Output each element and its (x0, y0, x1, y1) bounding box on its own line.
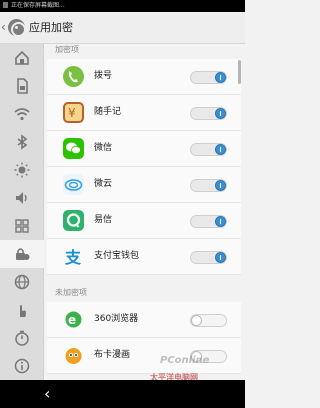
app-name: 微信 (94, 143, 113, 153)
timer-icon (15, 330, 29, 346)
list-scrollbar[interactable] (238, 60, 241, 84)
app-name: 支付宝钱包 (94, 251, 140, 261)
hand-gesture-icon (20, 305, 26, 317)
bluetooth-icon (17, 134, 28, 150)
app-row-phone[interactable]: 拨号 (47, 59, 241, 95)
app-lock-list: 加密项 拨号 ¥ 随手记 微信 微云 易信 支 支付宝钱包 未加密项 e 360… (45, 44, 245, 380)
sidebar-item-bluetooth[interactable] (0, 128, 44, 156)
app-name: 随手记 (94, 107, 122, 117)
settings-sidebar (0, 44, 44, 380)
svg-text:支: 支 (64, 248, 82, 267)
sidebar-item-app-lock[interactable] (0, 240, 44, 268)
app-row-360-browser[interactable]: e 360浏览器 (47, 302, 241, 338)
globe-icon (14, 274, 30, 290)
sidebar-item-about[interactable] (0, 352, 44, 380)
app-name: 微云 (94, 179, 113, 189)
info-icon (14, 358, 30, 374)
status-text: 正在保存屏幕截图... (11, 2, 65, 9)
apps-grid-icon (15, 219, 29, 233)
page-title: 应用加密 (29, 21, 73, 34)
lock-toggle[interactable] (190, 143, 227, 156)
app-name: 360浏览器 (94, 314, 139, 324)
app-row-wechat[interactable]: 微信 (47, 131, 241, 167)
lock-icon (16, 248, 30, 260)
svg-text:¥: ¥ (68, 106, 76, 120)
screenshot-icon (3, 1, 8, 8)
alipay-app-icon: 支 (63, 246, 84, 267)
lock-toggle[interactable] (190, 251, 227, 264)
encrypted-section-header: 加密项 (55, 45, 79, 54)
360-browser-app-icon: e (63, 309, 84, 330)
unencrypted-section-header: 未加密项 (55, 288, 87, 297)
settings-gear-icon[interactable] (8, 19, 26, 37)
nav-back-icon[interactable]: ‹ (44, 385, 60, 403)
lock-toggle[interactable] (190, 71, 227, 84)
system-nav-bar: ‹ (0, 380, 245, 408)
lock-toggle[interactable] (190, 179, 227, 192)
sidebar-item-brightness[interactable] (0, 156, 44, 184)
yixin-app-icon (63, 210, 84, 231)
status-bar: 正在保存屏幕截图... (0, 0, 245, 12)
sidebar-item-timer[interactable] (0, 324, 44, 352)
wechat-app-icon (63, 138, 84, 159)
sidebar-item-wifi[interactable] (0, 100, 44, 128)
app-row-buka-comic[interactable]: 布卡漫画 (47, 338, 241, 374)
sidebar-item-network[interactable] (0, 268, 44, 296)
suishouji-app-icon: ¥ (63, 102, 84, 123)
app-name: 拨号 (94, 71, 113, 81)
app-row-alipay[interactable]: 支 支付宝钱包 (47, 239, 241, 275)
wifi-icon (14, 108, 30, 121)
app-row-suishouji[interactable]: ¥ 随手记 (47, 95, 241, 131)
app-row-weiyun[interactable]: 微云 (47, 167, 241, 203)
svg-text:e: e (68, 313, 76, 327)
lock-toggle[interactable] (190, 314, 227, 327)
app-row-yixin[interactable]: 易信 (47, 203, 241, 239)
watermark-logo: PConline (160, 355, 210, 366)
home-icon (15, 50, 29, 65)
volume-icon (16, 192, 27, 204)
sidebar-item-apps[interactable] (0, 212, 44, 240)
brightness-icon (14, 162, 30, 178)
app-name: 易信 (94, 215, 113, 225)
app-name: 布卡漫画 (94, 350, 131, 360)
sidebar-item-gesture[interactable] (0, 296, 44, 324)
buka-comic-app-icon (63, 345, 84, 366)
app-header: ‹ 应用加密 (0, 12, 245, 44)
lock-toggle[interactable] (190, 215, 227, 228)
sidebar-item-sim[interactable] (0, 72, 44, 100)
sim-card-icon (17, 78, 28, 94)
phone-app-icon (63, 66, 84, 87)
lock-toggle[interactable] (190, 107, 227, 120)
sidebar-item-volume[interactable] (0, 184, 44, 212)
sidebar-item-home[interactable] (0, 44, 44, 72)
weiyun-app-icon (63, 174, 84, 195)
